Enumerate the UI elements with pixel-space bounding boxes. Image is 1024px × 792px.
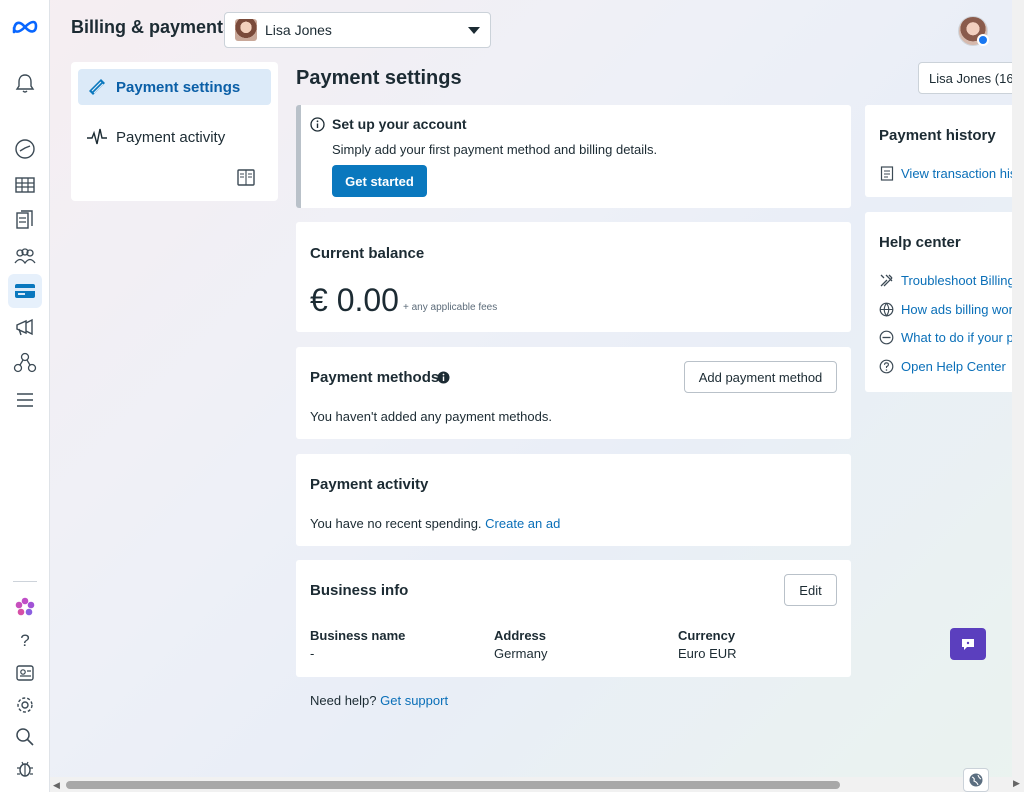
account-selector[interactable]: Lisa Jones <box>224 12 491 48</box>
scroll-right-arrow-icon[interactable]: ▶ <box>1013 778 1020 789</box>
open-help-center-link[interactable]: Open Help Center <box>879 359 1006 374</box>
currency-field: Currency Euro EUR <box>678 628 737 661</box>
account-avatar <box>235 19 257 41</box>
question-circle-icon <box>879 359 894 374</box>
need-help-text: Need help? <box>310 693 377 708</box>
edit-business-info-button[interactable]: Edit <box>784 574 837 606</box>
business-info-title: Business info <box>310 582 409 599</box>
link-label: What to do if your p <box>901 330 1014 345</box>
wrench-icon <box>879 273 894 288</box>
field-label: Currency <box>678 628 736 643</box>
info-icon <box>310 117 325 137</box>
dashboard-gauge-icon[interactable] <box>8 132 42 166</box>
link-label: Troubleshoot Billing <box>901 273 1015 288</box>
need-help-line: Need help? Get support <box>310 693 448 708</box>
menu-icon[interactable] <box>8 383 42 417</box>
settings-gear-icon[interactable] <box>8 688 42 722</box>
balance-amount: € 0.00 <box>310 282 399 318</box>
payment-settings-icon <box>86 76 108 98</box>
activity-pulse-icon <box>86 126 108 148</box>
setup-text: Simply add your first payment method and… <box>332 142 658 157</box>
link-label: Open Help Center <box>901 359 1006 374</box>
payment-activity-text: You have no recent spending. <box>310 516 482 531</box>
meta-logo-icon[interactable] <box>8 10 42 44</box>
balance-title: Current balance <box>310 245 425 262</box>
help-center-card: Help center Troubleshoot Billing How ads… <box>865 212 1024 392</box>
get-started-button[interactable]: Get started <box>332 165 427 197</box>
globe-grid-icon <box>879 302 894 317</box>
receipt-icon <box>879 166 894 181</box>
how-ads-billing-works-link[interactable]: How ads billing wor <box>879 302 1013 317</box>
scroll-left-arrow-icon[interactable]: ◀ <box>53 780 60 791</box>
payment-methods-card: Payment methods Add payment method You h… <box>296 347 851 439</box>
info-filled-icon[interactable] <box>437 371 450 389</box>
payment-history-card: Payment history View transaction his <box>865 105 1024 197</box>
people-icon[interactable] <box>8 239 42 273</box>
nav-item-payment-activity[interactable]: Payment activity <box>78 119 271 155</box>
field-value: - <box>310 646 315 661</box>
horizontal-scroll-thumb[interactable] <box>66 781 840 789</box>
search-icon[interactable] <box>8 720 42 754</box>
field-label: Address <box>494 628 547 643</box>
catalog-icon[interactable] <box>8 203 42 237</box>
field-value: Germany <box>494 646 548 661</box>
balance-fees-note: + any applicable fees <box>403 302 498 313</box>
link-label: View transaction his <box>901 166 1017 181</box>
chat-support-button[interactable] <box>950 628 986 660</box>
business-info-card: Business info Edit Business name - Addre… <box>296 560 851 677</box>
page-title: Payment settings <box>296 67 462 89</box>
billing-card-icon[interactable] <box>8 274 42 308</box>
collapse-panel-icon[interactable] <box>237 169 255 191</box>
business-network-icon[interactable] <box>8 346 42 380</box>
field-label: Business name <box>310 628 406 643</box>
get-support-link[interactable]: Get support <box>380 693 448 708</box>
payment-methods-title: Payment methods <box>310 369 440 386</box>
notifications-icon[interactable] <box>8 66 42 100</box>
table-icon[interactable] <box>8 168 42 202</box>
facebook-badge-icon <box>977 34 989 46</box>
bug-report-icon[interactable] <box>8 752 42 786</box>
address-field: Address Germany <box>494 628 547 661</box>
nav-item-label: Payment settings <box>116 78 241 96</box>
left-rail: ? <box>0 0 50 792</box>
setup-title: Set up your account <box>332 116 467 132</box>
link-label: How ads billing wor <box>901 302 1013 317</box>
payment-activity-card: Payment activity You have no recent spen… <box>296 454 851 546</box>
megaphone-icon[interactable] <box>8 310 42 344</box>
flower-app-icon[interactable] <box>8 590 42 624</box>
news-icon[interactable] <box>8 656 42 690</box>
business-name-field: Business name - <box>310 628 405 661</box>
chat-bubble-icon <box>962 638 974 650</box>
globe-language-icon[interactable] <box>963 768 989 792</box>
ad-account-button[interactable]: Lisa Jones (16 <box>918 62 1024 94</box>
vertical-scrollbar[interactable]: ▶ <box>1012 0 1024 792</box>
payment-methods-empty: You haven't added any payment methods. <box>310 409 552 424</box>
payment-activity-title: Payment activity <box>310 476 429 493</box>
nav-item-payment-settings[interactable]: Payment settings <box>78 69 271 105</box>
add-payment-method-button[interactable]: Add payment method <box>684 361 837 393</box>
field-value: Euro EUR <box>678 646 737 661</box>
troubleshoot-billing-link[interactable]: Troubleshoot Billing <box>879 273 1015 288</box>
account-selector-name: Lisa Jones <box>265 22 332 38</box>
payment-history-title: Payment history <box>879 127 996 144</box>
what-to-do-link[interactable]: What to do if your p <box>879 330 1014 345</box>
create-ad-link[interactable]: Create an ad <box>485 516 560 531</box>
nav-item-label: Payment activity <box>116 128 226 146</box>
setup-account-card: Set up your account Simply add your firs… <box>296 105 851 208</box>
dropdown-caret-icon <box>468 26 480 34</box>
app-title: Billing & payments <box>71 17 234 37</box>
minus-circle-icon <box>879 330 894 345</box>
current-balance-card: Current balance € 0.00 + any applicable … <box>296 222 851 332</box>
horizontal-scrollbar[interactable]: ◀ <box>50 777 1012 792</box>
help-center-title: Help center <box>879 234 961 251</box>
view-transaction-history-link[interactable]: View transaction his <box>879 166 1016 181</box>
help-icon[interactable]: ? <box>8 624 42 658</box>
rail-divider <box>13 581 37 582</box>
